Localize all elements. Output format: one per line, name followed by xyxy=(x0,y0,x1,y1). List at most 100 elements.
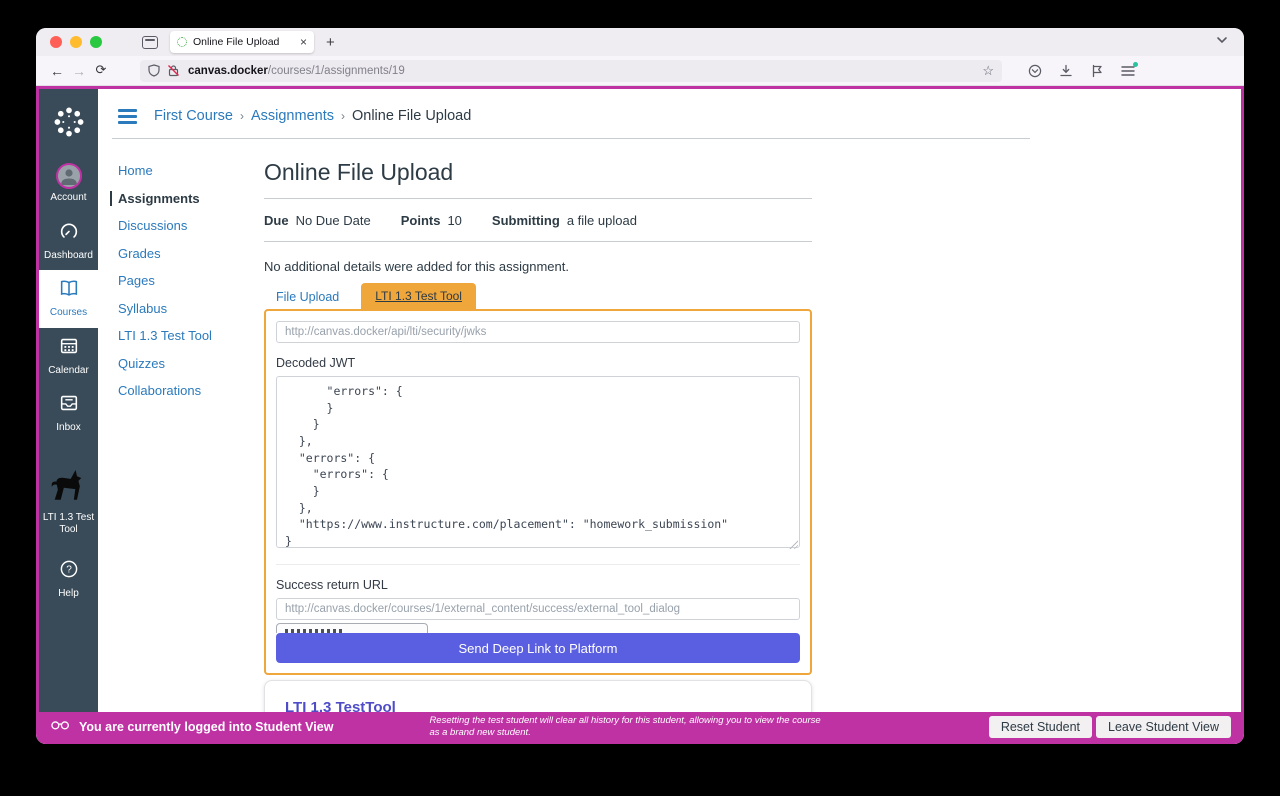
decoded-jwt-textarea[interactable]: "errors": { } } }, "errors": { "errors":… xyxy=(276,376,800,548)
sidebar-label: LTI 1.3 Test Tool xyxy=(43,512,95,537)
tab-title: Online File Upload xyxy=(193,36,296,48)
tab-file-upload[interactable]: File Upload xyxy=(264,285,351,309)
pocket-icon[interactable] xyxy=(1028,64,1042,78)
sidebar-label: Courses xyxy=(50,307,87,320)
success-return-label: Success return URL xyxy=(276,578,800,592)
success-return-url-input[interactable] xyxy=(276,598,800,620)
tab-lti-tool[interactable]: LTI 1.3 Test Tool xyxy=(361,283,476,309)
course-nav-collaborations[interactable]: Collaborations xyxy=(118,383,264,398)
sidebar-label: Calendar xyxy=(48,365,89,378)
glasses-icon xyxy=(51,718,70,736)
courses-book-icon xyxy=(57,277,81,304)
course-main: First Course › Assignments › Online File Upl… xyxy=(98,89,1241,712)
tool-card-title: LTI 1.3 TestTool xyxy=(285,699,791,712)
screenshot-stage: Online File Upload × + ← → ⟳ xyxy=(0,0,1280,796)
zoom-window-button[interactable] xyxy=(90,36,102,48)
toolbar-icons xyxy=(1028,64,1135,78)
send-deep-link-button[interactable]: Send Deep Link to Platform xyxy=(276,633,800,663)
lti-tool-panel: Decoded JWT "errors": { } } }, "errors":… xyxy=(264,309,812,675)
app-menu-icon[interactable] xyxy=(1121,65,1135,77)
tab-favicon-icon xyxy=(177,37,187,47)
course-nav-discussions[interactable]: Discussions xyxy=(118,218,264,233)
minimize-window-button[interactable] xyxy=(70,36,82,48)
insecure-lock-icon[interactable] xyxy=(167,64,180,77)
canvas-viewport: Account Dashboard Courses xyxy=(36,86,1244,744)
avatar xyxy=(56,163,82,189)
student-view-message: You are currently logged into Student Vi… xyxy=(79,720,333,734)
course-nav-home[interactable]: Home xyxy=(118,163,264,178)
submitting-label: Submitting xyxy=(492,213,560,228)
browser-toolbar: ← → ⟳ canvas.docker/courses/1/assignment… xyxy=(36,56,1244,86)
sidebar-item-dashboard[interactable]: Dashboard xyxy=(39,213,98,271)
submission-tabs: File Upload LTI 1.3 Test Tool xyxy=(264,283,812,309)
sidebar-label: Inbox xyxy=(56,422,80,435)
url-bar[interactable]: canvas.docker/courses/1/assignments/19 ☆ xyxy=(140,60,1002,82)
sidebar-item-inbox[interactable]: Inbox xyxy=(39,385,98,443)
back-button[interactable]: ← xyxy=(46,63,68,79)
svg-text:?: ? xyxy=(66,564,72,575)
jwks-url-input[interactable] xyxy=(276,321,800,343)
course-nav: Home Assignments Discussions Grades Page… xyxy=(98,139,264,712)
course-nav-grades[interactable]: Grades xyxy=(118,246,264,261)
sidebar-item-lti-tool[interactable]: LTI 1.3 Test Tool xyxy=(39,457,98,545)
global-nav: Account Dashboard Courses xyxy=(39,89,98,712)
breadcrumb-current: Online File Upload xyxy=(352,108,471,124)
browser-tab[interactable]: Online File Upload × xyxy=(170,31,314,53)
tab-list-chevron-icon[interactable] xyxy=(1216,36,1228,44)
breadcrumb-course-link[interactable]: First Course xyxy=(154,108,233,124)
forward-button[interactable]: → xyxy=(68,63,90,79)
downloads-icon[interactable] xyxy=(1059,64,1073,78)
calendar-icon xyxy=(57,335,81,362)
clipped-text xyxy=(285,629,345,633)
student-view-info: Resetting the test student will clear al… xyxy=(429,715,829,739)
breadcrumb-separator: › xyxy=(341,109,345,123)
url-text: canvas.docker/courses/1/assignments/19 xyxy=(188,65,982,77)
sidebar-label: Dashboard xyxy=(44,250,93,263)
panel-divider xyxy=(276,564,800,565)
sidebar-label: Help xyxy=(58,588,79,601)
course-nav-assignments[interactable]: Assignments xyxy=(110,191,264,206)
dashboard-gauge-icon xyxy=(57,220,81,247)
points-value: 10 xyxy=(447,213,461,228)
assignment-details: DueNo Due Date Points10 Submittinga file… xyxy=(264,213,812,228)
canvas-logo-icon[interactable] xyxy=(50,97,88,156)
browser-window: Online File Upload × + ← → ⟳ xyxy=(36,28,1244,744)
due-value: No Due Date xyxy=(296,213,371,228)
leave-student-view-button[interactable]: Leave Student View xyxy=(1096,716,1231,738)
breadcrumb: First Course › Assignments › Online File Upl… xyxy=(154,108,471,124)
sidebar-item-courses[interactable]: Courses xyxy=(39,270,98,328)
firefox-view-icon[interactable] xyxy=(142,36,158,49)
course-nav-pages[interactable]: Pages xyxy=(118,273,264,288)
breadcrumb-assignments-link[interactable]: Assignments xyxy=(251,108,334,124)
course-menu-icon[interactable] xyxy=(118,109,137,124)
reload-button[interactable]: ⟳ xyxy=(90,63,112,78)
course-nav-syllabus[interactable]: Syllabus xyxy=(118,301,264,316)
reset-student-button[interactable]: Reset Student xyxy=(989,716,1092,738)
course-nav-quizzes[interactable]: Quizzes xyxy=(118,356,264,371)
tracking-shield-icon[interactable] xyxy=(148,64,160,77)
help-icon: ? xyxy=(57,558,81,585)
breadcrumb-separator: › xyxy=(240,109,244,123)
new-tab-button[interactable]: + xyxy=(326,34,335,51)
details-note: No additional details were added for thi… xyxy=(264,259,812,274)
bookmark-star-icon[interactable]: ☆ xyxy=(982,63,994,79)
submitting-value: a file upload xyxy=(567,213,637,228)
sidebar-item-account[interactable]: Account xyxy=(39,156,98,213)
clipped-input[interactable] xyxy=(276,623,428,633)
unicorn-icon xyxy=(48,464,90,509)
sidebar-label: Account xyxy=(50,192,86,205)
course-header: First Course › Assignments › Online File Upl… xyxy=(98,89,1241,129)
close-window-button[interactable] xyxy=(50,36,62,48)
window-controls xyxy=(50,36,102,48)
course-nav-lti-tool[interactable]: LTI 1.3 Test Tool xyxy=(118,328,264,343)
sidebar-item-calendar[interactable]: Calendar xyxy=(39,328,98,386)
lti-tool-card: LTI 1.3 TestTool xyxy=(264,680,812,712)
divider xyxy=(264,198,812,199)
tab-close-icon[interactable]: × xyxy=(300,35,307,49)
browser-tabbar: Online File Upload × + xyxy=(36,28,1244,56)
update-badge xyxy=(1133,62,1138,67)
extensions-icon[interactable] xyxy=(1090,64,1104,78)
sidebar-item-help[interactable]: ? Help xyxy=(39,551,98,609)
points-label: Points xyxy=(401,213,441,228)
url-host: canvas.docker xyxy=(188,65,268,77)
